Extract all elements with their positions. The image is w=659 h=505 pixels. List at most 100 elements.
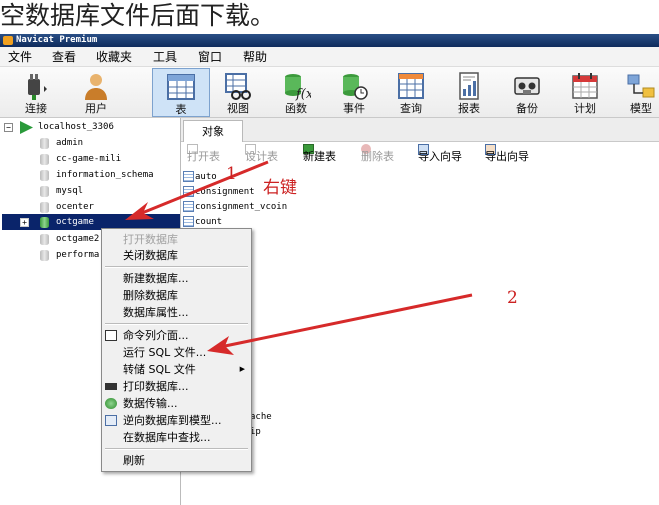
menu-item-label: 转储 SQL 文件 (123, 363, 196, 376)
table-icon (183, 201, 194, 212)
query-button[interactable]: 查询 (387, 68, 435, 117)
menu-item-find-in-database[interactable]: 在数据库中查找... (102, 429, 251, 446)
tree-db-label: octgame2 (56, 234, 100, 244)
tree-db-label: mysql (56, 186, 84, 196)
backup-icon (514, 77, 540, 95)
schedule-label: 计划 (574, 102, 596, 115)
main-toolbar: 连接 用户 表 视图 f(x) 函数 事件 查询 报表 (0, 67, 659, 118)
view-button[interactable]: 视图 (214, 68, 262, 117)
database-icon (40, 202, 49, 213)
list-item[interactable]: ache (250, 410, 272, 425)
model-button[interactable]: 模型 (617, 68, 659, 117)
database-icon (40, 186, 49, 197)
backup-button[interactable]: 备份 (503, 68, 551, 117)
table-icon (167, 74, 195, 100)
collapse-icon[interactable]: − (4, 123, 13, 132)
user-icon (85, 74, 107, 100)
tree-db-admin[interactable]: admin (40, 136, 180, 151)
database-icon (40, 154, 49, 165)
svg-text:f(x): f(x) (295, 87, 311, 101)
menu-item-label: 命令列介面... (123, 329, 189, 342)
database-icon (40, 138, 49, 149)
menu-favorites[interactable]: 收藏夹 (96, 47, 132, 67)
table-icon (183, 171, 194, 182)
menu-item-reverse-to-model[interactable]: 逆向数据库到模型... (102, 412, 251, 429)
menu-item-open-database[interactable]: 打开数据库 (102, 231, 251, 248)
event-label: 事件 (343, 102, 365, 115)
menu-item-label: 逆向数据库到模型... (123, 414, 222, 427)
object-panel: 对象 打开表 设计表 新建表 删除表 导入向导 导出向导 auto consig… (181, 118, 659, 505)
menu-item-close-database[interactable]: 关闭数据库 (102, 247, 251, 264)
menu-separator (105, 266, 248, 268)
function-button[interactable]: f(x) 函数 (272, 68, 320, 117)
menu-item-database-properties[interactable]: 数据库属性... (102, 304, 251, 321)
menu-item-refresh[interactable]: 刷新 (102, 452, 251, 469)
submenu-arrow-icon: ▶ (239, 365, 245, 373)
table-icon (183, 216, 194, 227)
menu-item-data-transfer[interactable]: 数据传输... (102, 395, 251, 412)
expand-icon[interactable]: + (20, 218, 29, 227)
menu-item-run-sql-file[interactable]: 运行 SQL 文件... (102, 344, 251, 361)
user-label: 用户 (85, 102, 107, 115)
tree-db-label: information_schema (56, 170, 154, 180)
connect-button[interactable]: 连接 (12, 68, 60, 117)
connect-label: 连接 (25, 102, 47, 115)
tree-db-label: cc-game-mili (56, 154, 122, 164)
tree-db-label: octgame (56, 217, 94, 227)
menu-file[interactable]: 文件 (8, 47, 32, 67)
table-label: 表 (175, 103, 187, 116)
menu-item-print-database[interactable]: 打印数据库... (102, 378, 251, 395)
database-icon (40, 250, 49, 261)
menu-item-console[interactable]: 命令列介面... (102, 327, 251, 344)
tree-db-ocenter[interactable]: ocenter (40, 200, 180, 215)
query-label: 查询 (400, 102, 422, 115)
annotation-number-1: 1 (226, 164, 237, 184)
menu-tools[interactable]: 工具 (153, 47, 177, 67)
menu-view[interactable]: 查看 (52, 47, 76, 67)
menu-item-label: 数据传输... (123, 397, 178, 410)
table-button[interactable]: 表 (152, 68, 210, 117)
schedule-button[interactable]: 计划 (561, 68, 609, 117)
menu-help[interactable]: 帮助 (243, 47, 267, 67)
menu-item-new-database[interactable]: 新建数据库... (102, 270, 251, 287)
model-icon (105, 415, 117, 426)
tree-db-label: ocenter (56, 202, 94, 212)
caption-text: 空数据库文件后面下载。 (0, 1, 276, 30)
tree-db-cc-game-mili[interactable]: cc-game-mili (40, 152, 180, 167)
backup-label: 备份 (516, 102, 538, 115)
database-open-icon (40, 217, 49, 228)
menu-separator (105, 448, 248, 450)
list-item[interactable]: consignment (195, 185, 255, 200)
report-icon (459, 72, 479, 100)
navicat-app-icon (3, 36, 13, 45)
menu-window[interactable]: 窗口 (198, 47, 222, 67)
new-table-label: 新建表 (303, 150, 336, 163)
schedule-icon (572, 73, 598, 99)
query-icon (398, 73, 424, 99)
function-label: 函数 (285, 102, 307, 115)
object-tab-bar: 对象 (181, 118, 659, 142)
event-icon (343, 74, 368, 100)
list-item[interactable]: auto (195, 170, 217, 185)
tree-db-label: performa (56, 250, 100, 260)
view-label: 视图 (227, 102, 249, 115)
menu-item-delete-database[interactable]: 删除数据库 (102, 287, 251, 304)
report-label: 报表 (458, 102, 480, 115)
menu-item-label: 打印数据库... (123, 380, 189, 393)
tree-db-mysql[interactable]: mysql (40, 184, 180, 199)
tree-db-information-schema[interactable]: information_schema (40, 168, 180, 183)
tab-objects[interactable]: 对象 (183, 120, 243, 142)
console-icon (105, 330, 117, 341)
delete-table-label: 删除表 (361, 150, 394, 163)
annotation-number-2: 2 (507, 288, 518, 308)
user-button[interactable]: 用户 (72, 68, 120, 117)
menu-item-dump-sql-file[interactable]: 转储 SQL 文件 ▶ (102, 361, 251, 378)
list-item[interactable]: consignment_vcoin (195, 200, 287, 215)
export-wizard-label: 导出向导 (485, 150, 529, 163)
database-icon (40, 170, 49, 181)
import-wizard-label: 导入向导 (418, 150, 462, 163)
report-button[interactable]: 报表 (445, 68, 493, 117)
connection-label: localhost_3306 (38, 122, 114, 132)
event-button[interactable]: 事件 (330, 68, 378, 117)
design-table-label: 设计表 (245, 150, 278, 163)
